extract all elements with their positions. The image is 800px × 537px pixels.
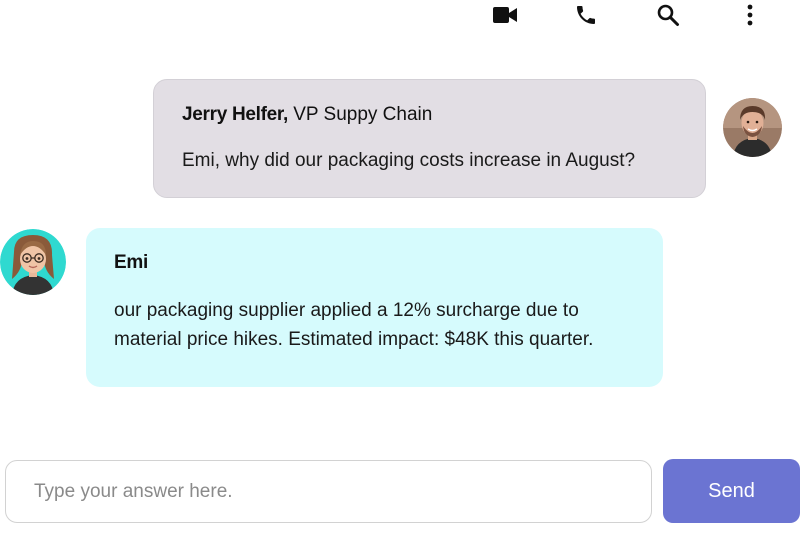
sender-role: VP Suppy Chain <box>287 104 433 125</box>
phone-icon <box>577 6 595 24</box>
message-sender: Jerry Helfer, VP Suppy Chain <box>182 102 677 128</box>
message-bubble-assistant: Emi our packaging supplier applied a 12%… <box>86 228 663 387</box>
answer-input[interactable] <box>5 460 652 523</box>
search-icon <box>657 4 679 26</box>
search-button[interactable] <box>654 2 682 28</box>
sender-name: Jerry Helfer, <box>182 104 288 125</box>
more-vertical-icon <box>747 4 753 26</box>
message-sender: Emi <box>114 250 635 276</box>
voice-call-button[interactable] <box>572 2 600 28</box>
emi-avatar <box>0 229 66 295</box>
send-button[interactable]: Send <box>663 459 800 523</box>
message-text: our packaging supplier applied a 12% sur… <box>114 300 594 350</box>
sender-name: Emi <box>114 252 148 273</box>
chat-toolbar <box>0 0 800 32</box>
chat-window: Jerry Helfer, VP Suppy Chain Emi, why di… <box>0 0 800 537</box>
more-options-button[interactable] <box>736 2 764 28</box>
video-camera-icon <box>493 7 517 23</box>
user-avatar <box>723 98 782 157</box>
message-text: Emi, why did our packaging costs increas… <box>182 150 636 171</box>
video-call-button[interactable] <box>491 2 519 28</box>
message-bubble-user: Jerry Helfer, VP Suppy Chain Emi, why di… <box>153 79 706 198</box>
